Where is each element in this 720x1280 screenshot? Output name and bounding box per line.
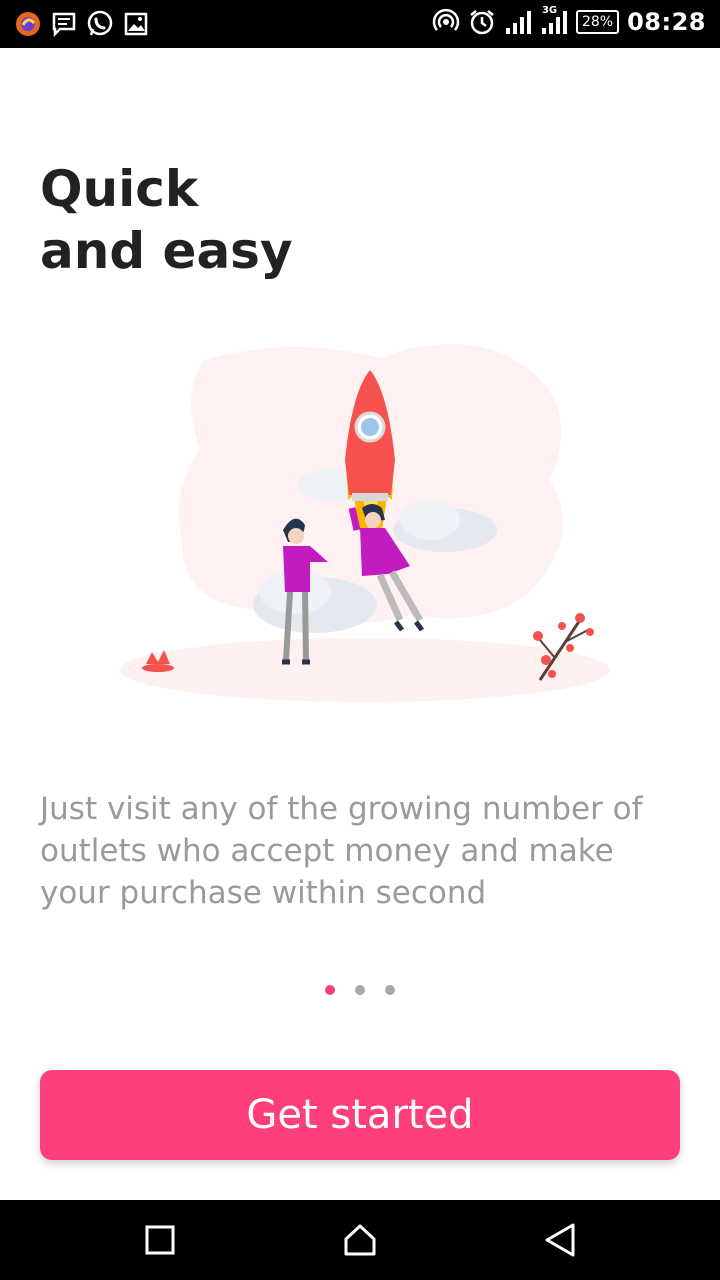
description-text: Just visit any of the growing number of … xyxy=(40,791,643,911)
page-indicator xyxy=(0,985,720,995)
ground-shadow xyxy=(120,638,610,702)
system-icons: 3G 28% 08:28 xyxy=(432,5,706,37)
navigation-bar xyxy=(0,1200,720,1280)
headline-line-1: Quick xyxy=(40,160,199,218)
gallery-icon xyxy=(122,9,150,39)
rocket-base xyxy=(352,493,388,501)
home-icon xyxy=(344,1224,376,1256)
back-icon xyxy=(545,1223,575,1257)
page-dot-2[interactable] xyxy=(355,985,365,995)
page-dot-1[interactable] xyxy=(325,985,335,995)
signal-3g-icon: 3G xyxy=(540,5,568,37)
alarm-icon xyxy=(468,7,496,37)
get-started-button[interactable]: Get started xyxy=(40,1070,680,1160)
whatsapp-icon xyxy=(86,9,114,39)
clock: 08:28 xyxy=(627,8,706,36)
message-icon xyxy=(50,9,78,39)
status-bar: 3G 28% 08:28 xyxy=(0,0,720,48)
back-button[interactable] xyxy=(540,1220,580,1260)
rocket-launch-illustration xyxy=(120,344,610,702)
home-button[interactable] xyxy=(340,1220,380,1260)
hotspot-icon xyxy=(432,7,460,37)
network-type-label: 3G xyxy=(541,5,558,16)
headline-line-2: and easy xyxy=(40,222,293,280)
recents-icon xyxy=(145,1225,175,1255)
page-dot-3[interactable] xyxy=(385,985,395,995)
person-right-arm xyxy=(348,507,361,531)
recents-button[interactable] xyxy=(140,1220,180,1260)
page-title: Quick and easy xyxy=(40,158,293,282)
person-right-head xyxy=(365,512,381,528)
signal-icon xyxy=(504,7,532,37)
browser-icon xyxy=(14,9,42,39)
notification-icons xyxy=(14,9,150,39)
person-left-head xyxy=(288,528,304,544)
battery-indicator: 28% xyxy=(575,10,620,34)
